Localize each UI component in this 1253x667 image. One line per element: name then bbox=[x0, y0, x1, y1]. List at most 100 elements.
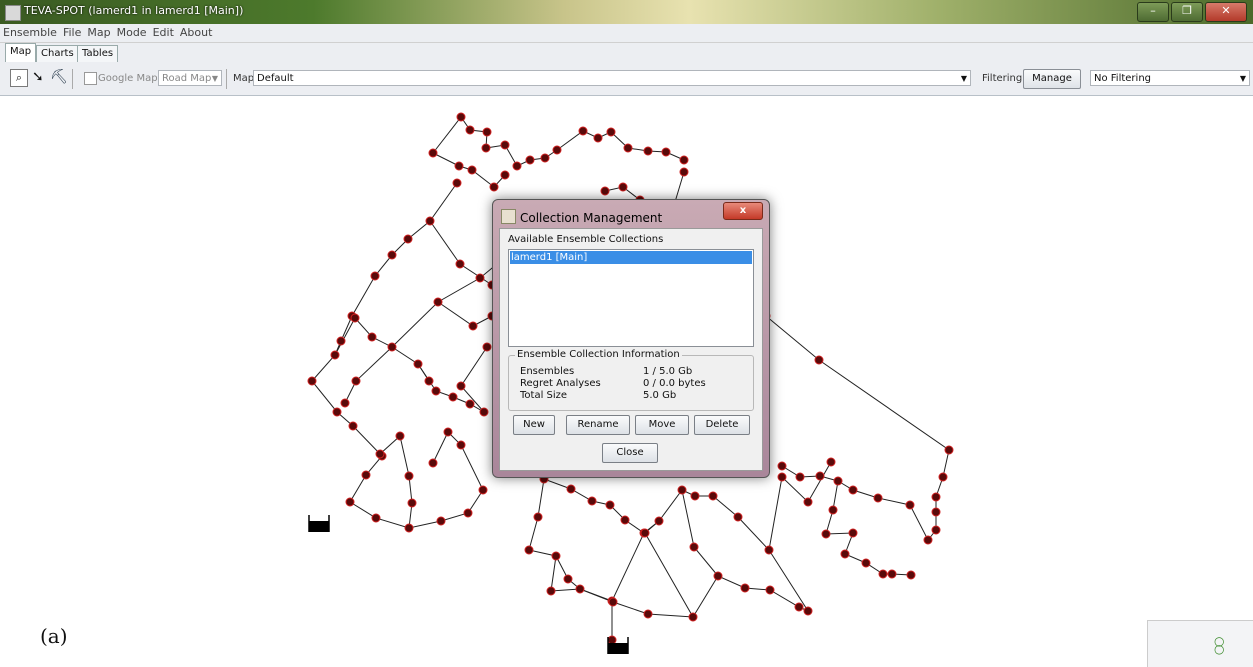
pointer-arrow-icon[interactable]: ➘ bbox=[32, 69, 44, 85]
collections-list[interactable]: lamerd1 [Main] bbox=[508, 249, 754, 347]
junction-node[interactable] bbox=[345, 497, 355, 507]
menu-map[interactable]: Map bbox=[84, 24, 113, 41]
junction-node[interactable] bbox=[600, 186, 610, 196]
junction-node[interactable] bbox=[815, 471, 825, 481]
junction-node[interactable] bbox=[814, 355, 824, 365]
junction-node[interactable] bbox=[463, 508, 473, 518]
menu-ensemble[interactable]: Ensemble bbox=[0, 24, 60, 41]
junction-node[interactable] bbox=[873, 493, 883, 503]
junction-node[interactable] bbox=[500, 140, 510, 150]
junction-node[interactable] bbox=[608, 597, 618, 607]
junction-node[interactable] bbox=[375, 449, 385, 459]
junction-node[interactable] bbox=[848, 528, 858, 538]
junction-node[interactable] bbox=[433, 297, 443, 307]
dialog-close-icon[interactable]: x bbox=[723, 202, 763, 220]
junction-node[interactable] bbox=[840, 549, 850, 559]
junction-node[interactable] bbox=[689, 542, 699, 552]
junction-node[interactable] bbox=[679, 155, 689, 165]
junction-node[interactable] bbox=[448, 392, 458, 402]
junction-node[interactable] bbox=[828, 505, 838, 515]
zoom-icon[interactable]: ⌕ bbox=[10, 69, 28, 87]
junction-node[interactable] bbox=[348, 421, 358, 431]
junction-node[interactable] bbox=[551, 551, 561, 561]
junction-node[interactable] bbox=[540, 153, 550, 163]
junction-node[interactable] bbox=[688, 612, 698, 622]
junction-node[interactable] bbox=[765, 585, 775, 595]
junction-node[interactable] bbox=[795, 472, 805, 482]
filter-select[interactable]: No Filtering ▼ bbox=[1090, 70, 1250, 86]
junction-node[interactable] bbox=[479, 407, 489, 417]
junction-node[interactable] bbox=[643, 609, 653, 619]
junction-node[interactable] bbox=[351, 376, 361, 386]
junction-node[interactable] bbox=[456, 440, 466, 450]
junction-node[interactable] bbox=[593, 133, 603, 143]
junction-node[interactable] bbox=[777, 461, 787, 471]
junction-node[interactable] bbox=[467, 165, 477, 175]
junction-node[interactable] bbox=[431, 386, 441, 396]
junction-node[interactable] bbox=[482, 342, 492, 352]
junction-node[interactable] bbox=[713, 571, 723, 581]
junction-node[interactable] bbox=[404, 471, 414, 481]
junction-node[interactable] bbox=[777, 472, 787, 482]
junction-node[interactable] bbox=[764, 545, 774, 555]
junction-node[interactable] bbox=[481, 143, 491, 153]
junction-node[interactable] bbox=[489, 182, 499, 192]
junction-node[interactable] bbox=[425, 216, 435, 226]
junction-node[interactable] bbox=[546, 586, 556, 596]
junction-node[interactable] bbox=[826, 457, 836, 467]
junction-node[interactable] bbox=[794, 602, 804, 612]
junction-node[interactable] bbox=[413, 359, 423, 369]
maximize-button[interactable]: ❐ bbox=[1171, 2, 1203, 22]
junction-node[interactable] bbox=[821, 529, 831, 539]
delete-button[interactable]: Delete bbox=[694, 415, 750, 435]
junction-node[interactable] bbox=[848, 485, 858, 495]
junction-node[interactable] bbox=[350, 313, 360, 323]
junction-node[interactable] bbox=[677, 485, 687, 495]
move-button[interactable]: Move bbox=[635, 415, 689, 435]
junction-node[interactable] bbox=[454, 161, 464, 171]
junction-node[interactable] bbox=[424, 376, 434, 386]
junction-node[interactable] bbox=[330, 350, 340, 360]
junction-node[interactable] bbox=[906, 570, 916, 580]
junction-node[interactable] bbox=[708, 491, 718, 501]
manage-button[interactable]: Manage bbox=[1023, 69, 1081, 89]
junction-node[interactable] bbox=[456, 381, 466, 391]
junction-node[interactable] bbox=[905, 500, 915, 510]
menu-edit[interactable]: Edit bbox=[150, 24, 177, 41]
minimize-button[interactable]: – bbox=[1137, 2, 1169, 22]
junction-node[interactable] bbox=[643, 146, 653, 156]
junction-node[interactable] bbox=[887, 569, 897, 579]
junction-node[interactable] bbox=[552, 145, 562, 155]
junction-node[interactable] bbox=[370, 271, 380, 281]
junction-node[interactable] bbox=[336, 336, 346, 346]
junction-node[interactable] bbox=[395, 431, 405, 441]
junction-node[interactable] bbox=[563, 574, 573, 584]
junction-node[interactable] bbox=[605, 500, 615, 510]
junction-node[interactable] bbox=[607, 635, 617, 645]
junction-node[interactable] bbox=[640, 528, 650, 538]
menu-mode[interactable]: Mode bbox=[114, 24, 150, 41]
junction-node[interactable] bbox=[456, 112, 466, 122]
junction-node[interactable] bbox=[931, 492, 941, 502]
map-select[interactable]: Default ▼ bbox=[253, 70, 971, 86]
junction-node[interactable] bbox=[618, 182, 628, 192]
window-close-button[interactable]: ✕ bbox=[1205, 2, 1247, 22]
junction-node[interactable] bbox=[455, 259, 465, 269]
junction-node[interactable] bbox=[482, 127, 492, 137]
menu-about[interactable]: About bbox=[177, 24, 216, 41]
rename-button[interactable]: Rename bbox=[566, 415, 630, 435]
junction-node[interactable] bbox=[833, 476, 843, 486]
junction-node[interactable] bbox=[452, 178, 462, 188]
junction-node[interactable] bbox=[443, 427, 453, 437]
junction-node[interactable] bbox=[525, 155, 535, 165]
menu-file[interactable]: File bbox=[60, 24, 84, 41]
junction-node[interactable] bbox=[436, 516, 446, 526]
road-map-select[interactable]: Road Map ▼ bbox=[158, 70, 222, 86]
junction-node[interactable] bbox=[606, 127, 616, 137]
junction-node[interactable] bbox=[661, 147, 671, 157]
junction-node[interactable] bbox=[340, 398, 350, 408]
junction-node[interactable] bbox=[803, 497, 813, 507]
junction-node[interactable] bbox=[620, 515, 630, 525]
junction-node[interactable] bbox=[944, 445, 954, 455]
junction-node[interactable] bbox=[861, 558, 871, 568]
